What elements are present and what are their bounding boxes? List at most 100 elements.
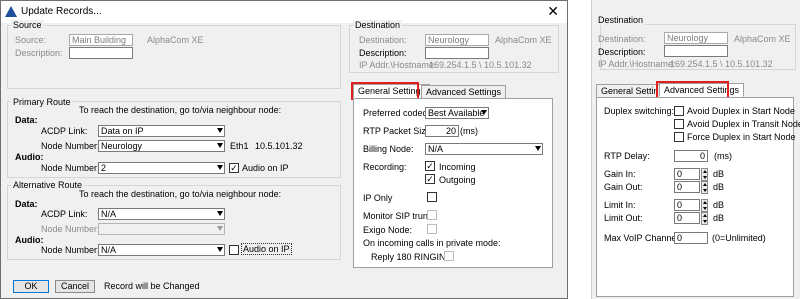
rtp-delay-field[interactable]: 0 bbox=[674, 150, 708, 162]
source-description-label: Description: bbox=[15, 48, 63, 58]
primary-audio-node-label: Node Number: bbox=[41, 163, 100, 173]
incoming-recording-label: Incoming bbox=[439, 162, 476, 172]
gain-out-stepper[interactable] bbox=[701, 181, 708, 194]
chevron-down-icon bbox=[217, 247, 223, 252]
source-field: Main Building bbox=[69, 34, 133, 46]
limit-out-unit: dB bbox=[713, 213, 725, 223]
alternative-route-hint: To reach the destination, go to/via neig… bbox=[79, 189, 282, 199]
rtp-delay-unit: (ms) bbox=[714, 151, 732, 161]
incoming-recording-checkbox[interactable]: ✓ bbox=[425, 161, 435, 171]
alternative-audio-on-ip-checkbox[interactable] bbox=[229, 245, 239, 255]
avoid-duplex-transit-checkbox[interactable] bbox=[674, 119, 684, 129]
destination-description-label-right: Description: bbox=[598, 47, 646, 57]
alternative-node-number-select bbox=[98, 223, 225, 235]
primary-node-number-select[interactable]: Neurology bbox=[98, 140, 225, 152]
record-status-text: Record will be Changed bbox=[104, 281, 200, 291]
preferred-codec-value: Best Available bbox=[428, 108, 485, 118]
primary-route-title: Primary Route bbox=[11, 97, 73, 107]
tab-advanced-settings[interactable]: Advanced Settings bbox=[421, 85, 507, 99]
destination-type: AlphaCom XE bbox=[495, 35, 552, 45]
source-label: Source: bbox=[15, 35, 47, 45]
exigo-node-label: Exigo Node: bbox=[363, 225, 413, 235]
primary-acdp-link-select[interactable]: Data on IP bbox=[98, 125, 225, 137]
destination-group-title: Destination bbox=[353, 20, 403, 30]
reply-180-ringing-checkbox bbox=[444, 251, 454, 261]
reply-180-ringing-label: Reply 180 RINGING bbox=[371, 252, 453, 262]
billing-node-value: N/A bbox=[428, 144, 444, 154]
primary-node-number-label: Node Number: bbox=[41, 141, 100, 151]
source-group-title: Source bbox=[11, 20, 44, 30]
chevron-down-icon bbox=[481, 110, 487, 115]
gain-in-unit: dB bbox=[713, 169, 725, 179]
primary-data-label: Data: bbox=[15, 115, 38, 125]
chevron-down-icon bbox=[535, 146, 541, 151]
alternative-audio-node-select[interactable]: N/A bbox=[98, 244, 225, 256]
gain-out-field[interactable]: 0 bbox=[674, 181, 700, 193]
destination-group-title-right: Destination bbox=[596, 15, 646, 25]
incoming-calls-text: On incoming calls in private mode: bbox=[363, 238, 501, 248]
limit-in-field[interactable]: 0 bbox=[674, 199, 700, 211]
source-type: AlphaCom XE bbox=[147, 35, 204, 45]
preferred-codec-label: Preferred codec: bbox=[363, 108, 430, 118]
alternative-acdp-link-select[interactable]: N/A bbox=[98, 208, 225, 220]
max-voip-channels-field[interactable]: 0 bbox=[674, 232, 708, 244]
alternative-audio-node-value: N/A bbox=[101, 245, 117, 255]
ip-address-value: 169.254.1.5 \ 10.5.101.32 bbox=[429, 60, 532, 70]
primary-audio-on-ip-label: Audio on IP bbox=[242, 163, 289, 173]
monitor-sip-trunk-label: Monitor SIP trunk bbox=[363, 211, 433, 221]
primary-audio-on-ip-checkbox[interactable]: ✓ bbox=[229, 163, 239, 173]
ip-address-label: IP Addr.\Hostname: bbox=[359, 60, 437, 70]
recording-label: Recording: bbox=[363, 162, 407, 172]
outgoing-recording-label: Outgoing bbox=[439, 175, 476, 185]
destination-description-field-right[interactable] bbox=[664, 45, 728, 57]
chevron-down-icon bbox=[217, 211, 223, 216]
primary-node-number-value: Neurology bbox=[101, 141, 143, 151]
primary-eth-label: Eth1 bbox=[230, 141, 249, 151]
gain-out-unit: dB bbox=[713, 182, 725, 192]
gain-out-label: Gain Out: bbox=[604, 182, 643, 192]
window-title: Update Records... bbox=[21, 6, 102, 17]
avoid-duplex-start-label: Avoid Duplex in Start Node bbox=[687, 106, 795, 116]
cancel-button[interactable]: Cancel bbox=[55, 280, 95, 293]
billing-node-select[interactable]: N/A bbox=[425, 143, 543, 155]
outgoing-recording-checkbox[interactable]: ✓ bbox=[425, 174, 435, 184]
chevron-down-icon bbox=[217, 226, 223, 231]
avoid-duplex-transit-label: Avoid Duplex in Transit Node bbox=[687, 119, 800, 129]
limit-in-unit: dB bbox=[713, 200, 725, 210]
force-duplex-start-label: Force Duplex in Start Node bbox=[687, 132, 796, 142]
primary-audio-node-select[interactable]: 2 bbox=[98, 162, 225, 174]
avoid-duplex-start-checkbox[interactable] bbox=[674, 106, 684, 116]
rtp-delay-label: RTP Delay: bbox=[604, 151, 650, 161]
destination-label-right: Destination: bbox=[598, 34, 646, 44]
destination-description-label: Description: bbox=[359, 48, 407, 58]
close-icon[interactable]: ✕ bbox=[547, 3, 559, 20]
preferred-codec-select[interactable]: Best Available bbox=[425, 107, 489, 119]
source-description-field[interactable] bbox=[69, 47, 133, 59]
limit-in-stepper[interactable] bbox=[701, 199, 708, 212]
ip-only-checkbox[interactable] bbox=[427, 192, 437, 202]
ok-button[interactable]: OK bbox=[13, 280, 49, 293]
billing-node-label: Billing Node: bbox=[363, 144, 414, 154]
chevron-down-icon bbox=[217, 128, 223, 133]
limit-in-label: Limit In: bbox=[604, 200, 636, 210]
rtp-packet-size-label: RTP Packet Size: bbox=[363, 126, 434, 136]
limit-out-field[interactable]: 0 bbox=[674, 212, 700, 224]
alternative-data-label: Data: bbox=[15, 199, 38, 209]
exigo-node-checkbox bbox=[427, 224, 437, 234]
destination-type-right: AlphaCom XE bbox=[734, 34, 791, 44]
rtp-packet-size-field[interactable]: 20 bbox=[425, 125, 459, 137]
gain-in-stepper[interactable] bbox=[701, 168, 708, 181]
alternative-acdp-link-label: ACDP Link: bbox=[41, 209, 88, 219]
ip-address-value-right: 169.254.1.5 \ 10.5.101.32 bbox=[670, 59, 773, 69]
primary-acdp-link-value: Data on IP bbox=[101, 126, 144, 136]
force-duplex-start-checkbox[interactable] bbox=[674, 132, 684, 142]
update-records-dialog: Update Records... ✕ Source Source: Main … bbox=[0, 0, 568, 299]
destination-field-right: Neurology bbox=[664, 32, 728, 44]
limit-out-stepper[interactable] bbox=[701, 212, 708, 225]
alternative-audio-on-ip-label: Audio on IP bbox=[241, 243, 292, 255]
gain-in-field[interactable]: 0 bbox=[674, 168, 700, 180]
gain-in-label: Gain In: bbox=[604, 169, 636, 179]
alternative-node-number-label: Node Number: bbox=[41, 224, 100, 234]
chevron-down-icon bbox=[217, 143, 223, 148]
destination-description-field[interactable] bbox=[425, 47, 489, 59]
